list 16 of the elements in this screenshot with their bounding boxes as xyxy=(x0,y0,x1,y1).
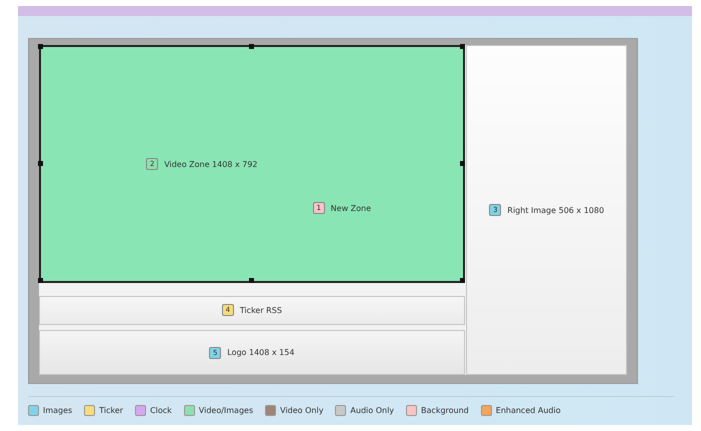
resize-handle[interactable] xyxy=(38,44,43,49)
legend-item: Enhanced Audio xyxy=(480,405,561,416)
legend-item: Video Only xyxy=(265,405,324,416)
legend-item: Ticker xyxy=(84,405,124,416)
resize-handle[interactable] xyxy=(460,161,465,166)
resize-handle[interactable] xyxy=(248,278,254,284)
legend-item: Audio Only xyxy=(335,405,394,416)
resize-handle[interactable] xyxy=(38,161,43,166)
resize-handle[interactable] xyxy=(460,44,465,49)
legend-item: Clock xyxy=(135,405,172,416)
resize-handle[interactable] xyxy=(248,44,254,49)
resize-handle[interactable] xyxy=(460,278,465,284)
legend-item: Video/Images xyxy=(184,405,254,416)
resize-handle[interactable] xyxy=(38,278,43,284)
legend-item: Background xyxy=(406,405,469,416)
legend-item: Images xyxy=(28,405,72,416)
